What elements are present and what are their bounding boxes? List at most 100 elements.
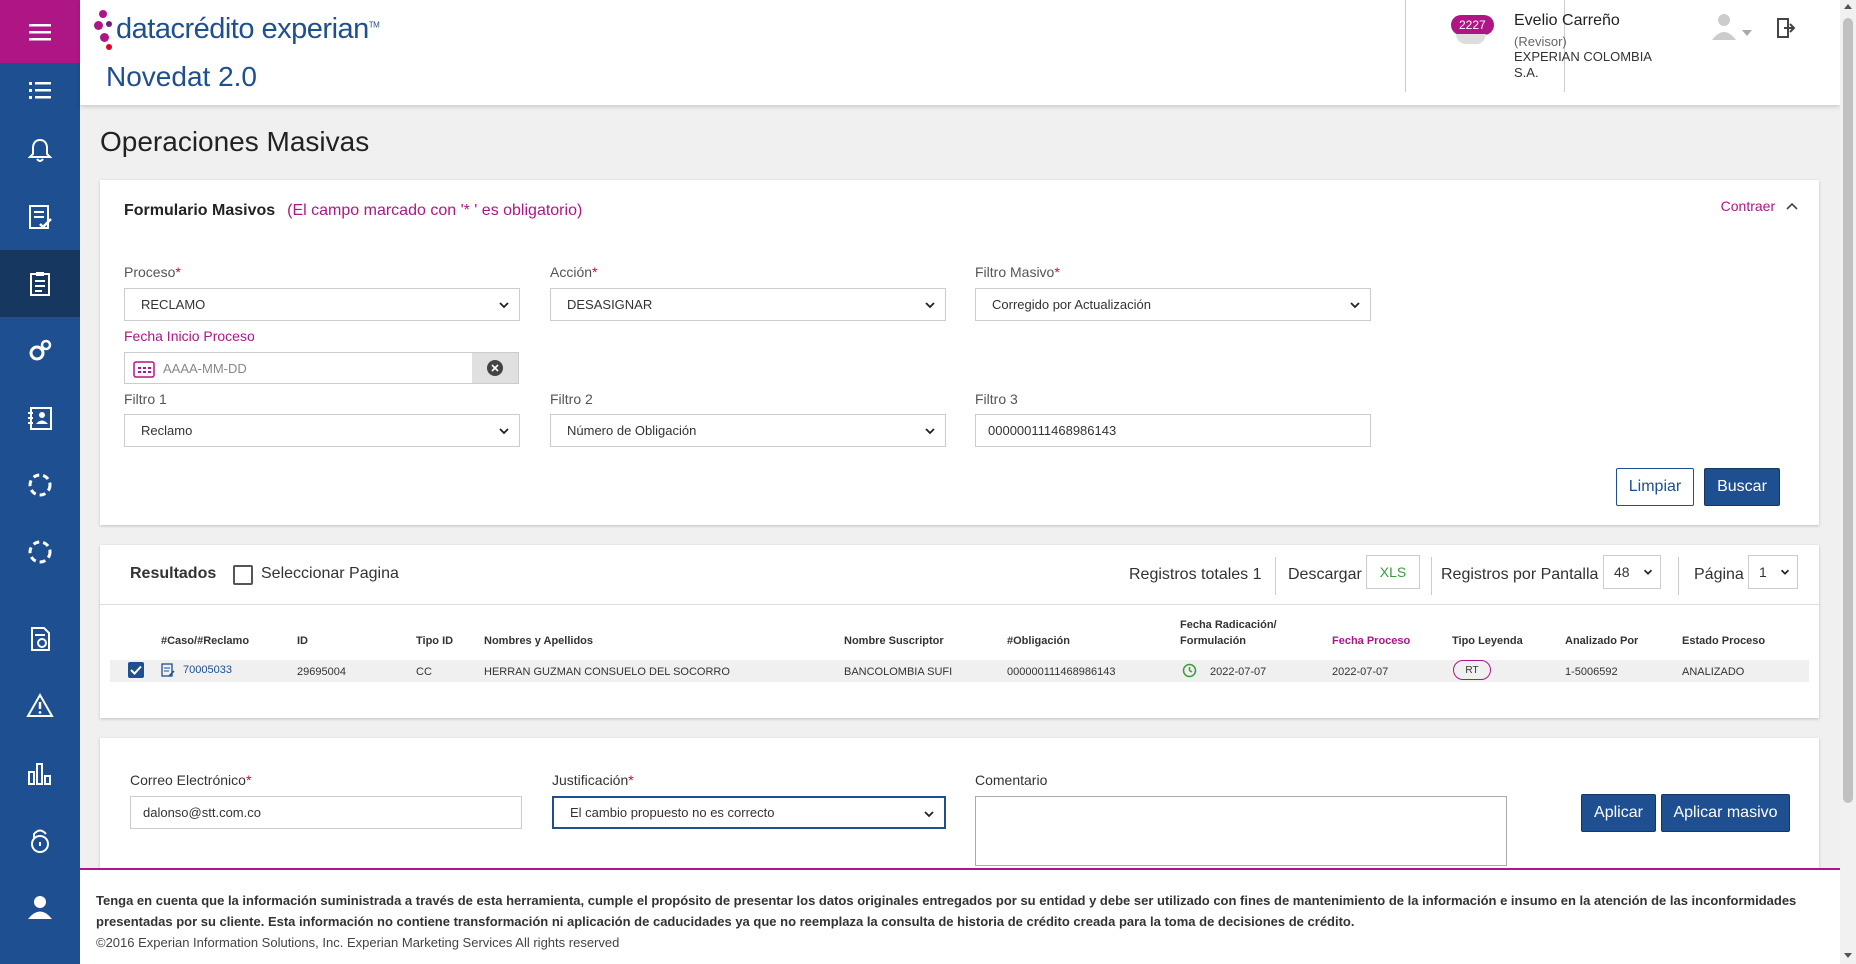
chart-icon: [28, 762, 51, 785]
sidebar-item-list[interactable]: [0, 63, 80, 116]
lock-icon: [31, 829, 49, 853]
comentario-textarea[interactable]: [975, 796, 1507, 866]
proceso-select[interactable]: RECLAMO: [124, 288, 520, 321]
per-page-select[interactable]: 48: [1603, 555, 1661, 589]
loading-circle-icon: [28, 473, 52, 496]
results-toolbar: Resultados Seleccionar Pagina Registros …: [100, 545, 1819, 605]
sidebar: [0, 0, 80, 964]
header: datacrédito experianTM Novedat 2.0 2227 …: [80, 0, 1840, 105]
filtro2-select[interactable]: Número de Obligación: [550, 414, 946, 447]
aplicar-button[interactable]: Aplicar: [1581, 794, 1656, 832]
buscar-button[interactable]: Buscar: [1704, 468, 1780, 506]
col-caso: #Caso/#Reclamo: [161, 635, 250, 647]
cell-fecha-radicacion: 2022-07-07: [1210, 666, 1267, 678]
menu-button[interactable]: [0, 0, 80, 63]
divider: [1431, 557, 1432, 595]
experian-logo[interactable]: datacrédito experianTM: [94, 6, 380, 52]
cell-obligacion: 000000111468986143: [1007, 666, 1116, 678]
logout-button[interactable]: [1775, 16, 1797, 45]
form-title: Formulario Masivos: [124, 202, 276, 219]
chevron-down-icon: [1643, 569, 1653, 575]
clipboard-icon: [30, 271, 50, 296]
filtro1-select[interactable]: Reclamo: [124, 414, 520, 447]
select-page-checkbox[interactable]: [233, 565, 253, 585]
results-title: Resultados: [130, 565, 217, 582]
bell-icon: [27, 138, 53, 162]
col-obligacion: #Obligación: [1007, 635, 1070, 647]
page-scrollbar[interactable]: [1840, 0, 1856, 964]
list-icon: [29, 81, 51, 99]
comentario-label: Comentario: [975, 772, 1048, 788]
copyright: ©2016 Experian Information Solutions, In…: [96, 935, 620, 950]
user-role: (Revisor): [1514, 34, 1567, 49]
col-tipo-leyenda: Tipo Leyenda: [1452, 635, 1523, 647]
justificacion-select[interactable]: El cambio propuesto no es correcto: [552, 796, 946, 829]
user-icon: [28, 895, 52, 919]
divider: [1275, 557, 1276, 595]
sidebar-item-notifications[interactable]: [0, 116, 80, 183]
sidebar-item-tasks[interactable]: [0, 183, 80, 250]
contact-card-icon: [28, 406, 52, 430]
col-tipo-id: Tipo ID: [416, 635, 454, 647]
scroll-thumb[interactable]: [1843, 18, 1853, 803]
disclaimer: Tenga en cuenta que la información sumin…: [96, 893, 1797, 929]
sidebar-item-profile[interactable]: [0, 873, 80, 940]
clock-icon: [1182, 663, 1197, 678]
checklist-icon: [29, 204, 52, 229]
scroll-up-arrow-icon[interactable]: [1844, 4, 1852, 9]
sidebar-item-contacts[interactable]: [0, 384, 80, 451]
notification-count-badge[interactable]: 2227: [1451, 15, 1494, 35]
form-card: Formulario Masivos (El campo marcado con …: [100, 180, 1819, 525]
scroll-down-arrow-icon[interactable]: [1844, 953, 1852, 958]
sidebar-item-process-2[interactable]: [0, 518, 80, 585]
user-avatar[interactable]: [1710, 12, 1758, 47]
filtro3-input[interactable]: 000000111468986143: [975, 414, 1371, 447]
accion-select[interactable]: DESASIGNAR: [550, 288, 946, 321]
apply-card: Correo Electrónico* dalonso@stt.com.co J…: [100, 738, 1819, 868]
filtro1-label: Filtro 1: [124, 391, 167, 407]
col-nombres: Nombres y Apellidos: [484, 635, 594, 647]
user-name: Evelio Carreño: [1514, 12, 1620, 29]
logout-icon: [1777, 18, 1796, 38]
accion-label: Acción*: [550, 264, 598, 280]
page-select[interactable]: 1: [1748, 555, 1798, 589]
sidebar-item-process-1[interactable]: [0, 451, 80, 518]
cell-estado: ANALIZADO: [1682, 666, 1745, 678]
col-estado: Estado Proceso: [1682, 635, 1766, 647]
edit-document-icon[interactable]: [161, 663, 175, 677]
user-company: EXPERIAN COLOMBIA S.A.: [1514, 49, 1652, 80]
download-label: Descargar: [1288, 566, 1362, 583]
loading-circle-icon: [28, 540, 52, 563]
chevron-down-icon: [924, 811, 934, 818]
filtro3-label: Filtro 3: [975, 391, 1018, 407]
limpiar-button[interactable]: Limpiar: [1616, 468, 1694, 506]
correo-label: Correo Electrónico*: [130, 772, 252, 788]
aplicar-masivo-button[interactable]: Aplicar masivo: [1661, 794, 1790, 832]
row-checkbox[interactable]: [128, 662, 144, 678]
required-note: (El campo marcado con '* ' es obligatori…: [287, 202, 583, 219]
chevron-down-icon: [499, 302, 509, 309]
sidebar-item-documents[interactable]: [0, 605, 80, 672]
sidebar-item-operations[interactable]: [0, 250, 80, 317]
filtro-masivo-select[interactable]: Corregido por Actualización: [975, 288, 1371, 321]
sidebar-item-reports[interactable]: [0, 739, 80, 806]
clear-date-button[interactable]: [472, 353, 518, 383]
fecha-inicio-field[interactable]: AAAA-MM-DD: [124, 352, 519, 384]
cell-analizado-por: 1-5006592: [1565, 666, 1618, 678]
sidebar-item-settings[interactable]: [0, 317, 80, 384]
table-row[interactable]: [110, 660, 1809, 682]
chevron-down-icon: [499, 428, 509, 435]
form-header: Formulario Masivos (El campo marcado con …: [124, 202, 582, 220]
page-label: Página: [1694, 566, 1744, 583]
sidebar-item-alerts[interactable]: [0, 672, 80, 739]
results-card: Resultados Seleccionar Pagina Registros …: [100, 545, 1819, 718]
collapse-button[interactable]: Contraer: [1721, 198, 1799, 214]
correo-input[interactable]: dalonso@stt.com.co: [130, 796, 522, 829]
xls-download-button[interactable]: XLS: [1366, 555, 1420, 589]
sidebar-item-security[interactable]: [0, 806, 80, 873]
tipo-leyenda-badge: RT: [1453, 660, 1491, 680]
document-sync-icon: [31, 626, 50, 651]
cell-tipo-id: CC: [416, 666, 432, 678]
caso-link[interactable]: 70005033: [183, 664, 232, 676]
chevron-down-icon: [925, 302, 935, 309]
